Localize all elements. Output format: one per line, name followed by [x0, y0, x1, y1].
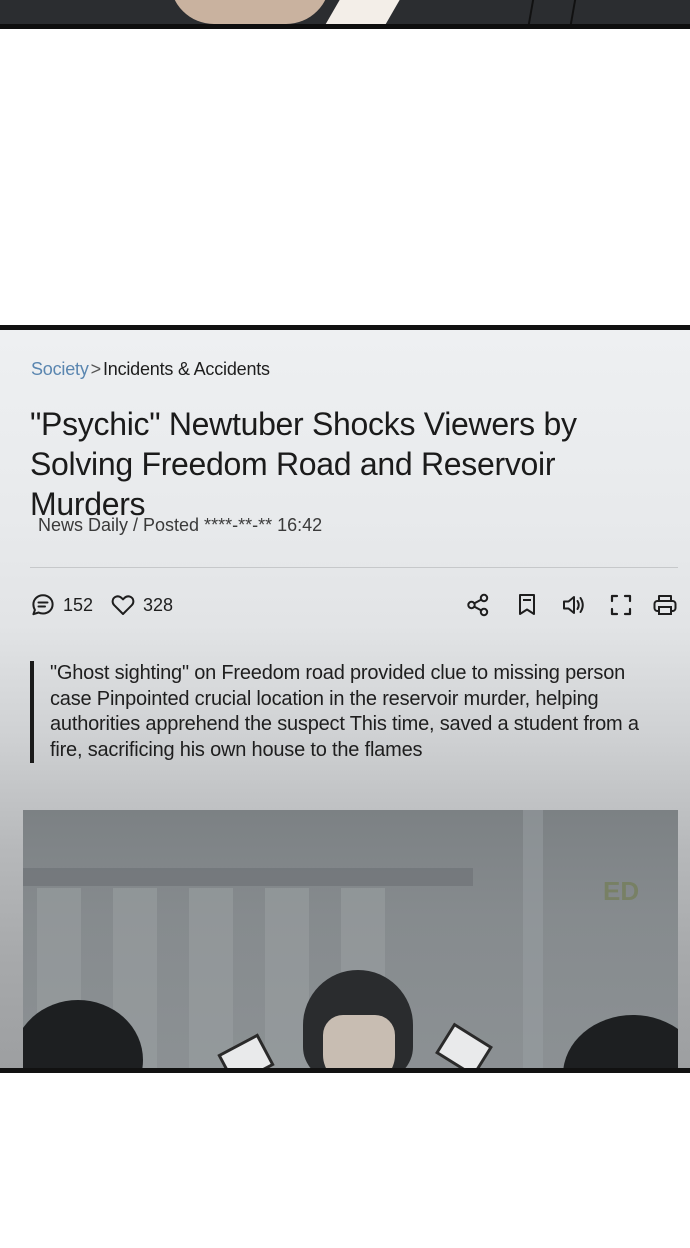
article-title: "Psychic" Newtuber Shocks Viewers by Sol…: [30, 406, 577, 522]
share-button[interactable]: [464, 591, 492, 619]
comments-button[interactable]: 152: [30, 592, 93, 618]
comment-count: 152: [63, 594, 94, 615]
bookmark-icon: [519, 594, 535, 615]
audio-icon: [563, 596, 584, 614]
character-face: [323, 1015, 395, 1068]
top-comic-panel: [0, 0, 690, 29]
share-icon: [467, 593, 489, 617]
breadcrumb-current[interactable]: Incidents & Accidents: [103, 359, 270, 379]
heart-icon: [111, 595, 135, 615]
print-icon: [653, 595, 677, 615]
comment-icon: [32, 594, 54, 616]
crowd-head-right: [563, 1015, 678, 1068]
background-sign: ED: [603, 876, 640, 906]
breadcrumb: Society > Incidents & Accidents: [31, 359, 270, 380]
article-byline: News Daily / Posted ****-**-** 16:42: [38, 515, 323, 535]
article-summary-quote: "Ghost sighting" on Freedom road provide…: [30, 661, 660, 763]
divider: [30, 567, 678, 568]
shirt-collar: [324, 0, 406, 24]
article-image: ED: [23, 810, 678, 1068]
fullscreen-button[interactable]: [607, 591, 635, 619]
phone-right: [434, 1022, 494, 1068]
like-button[interactable]: 328: [110, 592, 173, 618]
audio-button[interactable]: [560, 591, 588, 619]
character-chin: [170, 0, 330, 24]
breadcrumb-section-link[interactable]: Society: [31, 359, 89, 379]
bookmark-button[interactable]: [513, 591, 541, 619]
print-button[interactable]: [651, 591, 679, 619]
fullscreen-icon: [610, 594, 632, 616]
like-count: 328: [143, 594, 174, 615]
news-article-panel: Society > Incidents & Accidents "Psychic" …: [0, 325, 690, 1073]
article-toolbar: 152 328: [0, 588, 690, 624]
breadcrumb-separator: >: [90, 359, 102, 379]
jacket-fold: [527, 0, 577, 24]
